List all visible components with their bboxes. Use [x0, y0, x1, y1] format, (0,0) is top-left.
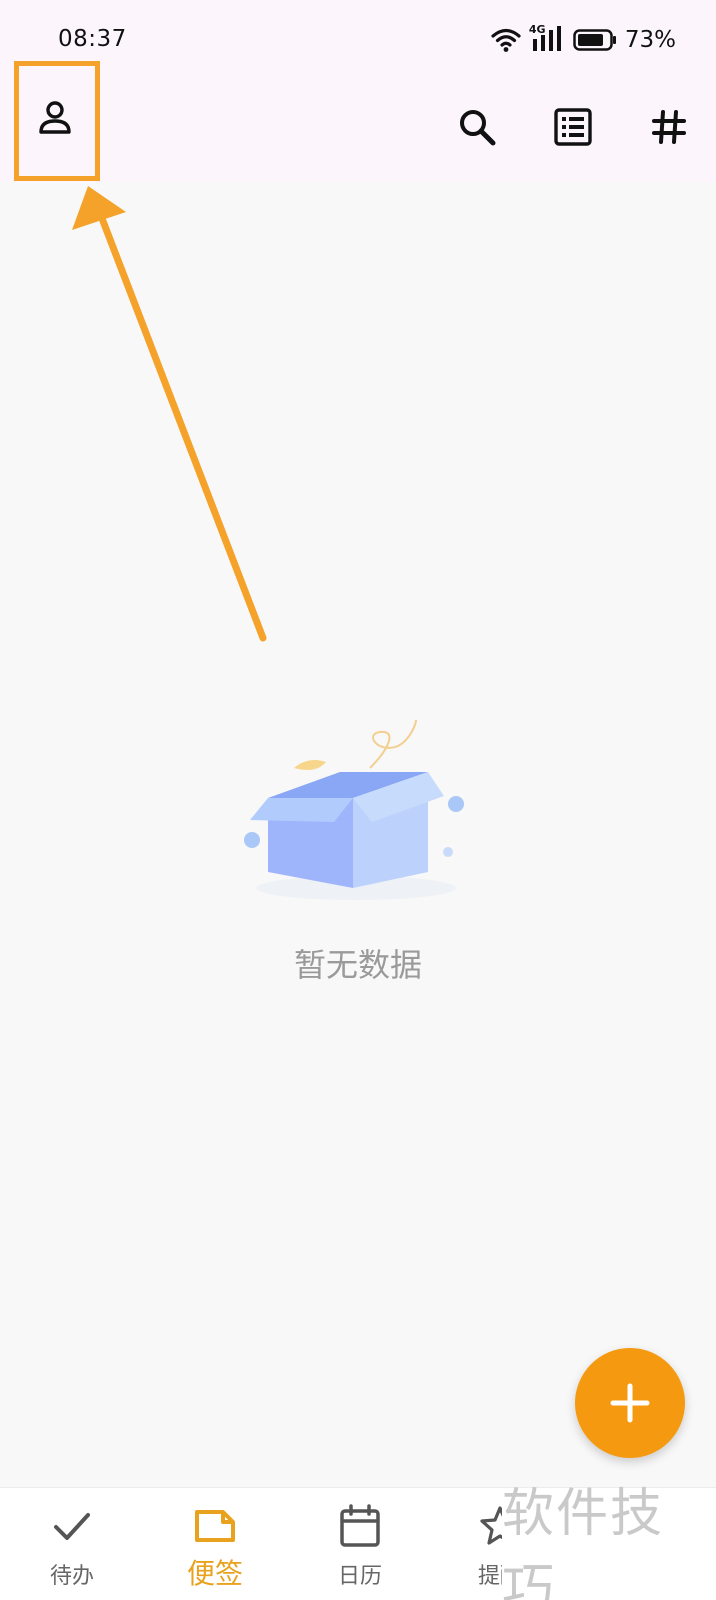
calendar-icon [336, 1502, 384, 1550]
watermark: 软件技巧 [502, 1484, 716, 1600]
status-bar: 08:37 4G 73% [0, 0, 716, 82]
check-icon [48, 1502, 96, 1550]
app-screen: 08:37 4G 73% 暂无数据 待办 便签 日历 提醒 软件技巧 [0, 0, 716, 1600]
empty-state-message: 暂无数据 [293, 946, 422, 984]
note-icon [191, 1502, 239, 1550]
account-button[interactable] [16, 62, 94, 174]
nav-item-todo[interactable]: 待办 [2, 1488, 142, 1600]
search-icon [460, 110, 496, 146]
list-view-button[interactable] [546, 100, 600, 154]
person-icon [39, 101, 71, 134]
wifi-icon [491, 28, 521, 52]
tag-button[interactable] [642, 100, 696, 154]
cellular-indicator: 4G [529, 23, 565, 55]
nav-item-notes[interactable]: 便签 [145, 1488, 285, 1600]
plus-icon [610, 1383, 650, 1423]
top-app-bar [0, 82, 716, 182]
nav-label-notes: 便签 [186, 1557, 243, 1590]
search-button[interactable] [450, 100, 504, 154]
signal-icon [532, 26, 561, 51]
watermark-text: 软件技巧 [502, 1484, 665, 1600]
hashtag-icon [652, 110, 686, 144]
battery-percentage: 73% [624, 27, 676, 53]
empty-box-illustration [244, 719, 464, 900]
add-note-button[interactable] [575, 1348, 685, 1458]
empty-state: 暂无数据 [0, 700, 716, 1000]
list-view-icon [554, 108, 592, 146]
status-time: 08:37 [58, 26, 127, 52]
nav-label-calendar: 日历 [337, 1564, 382, 1589]
nav-item-calendar[interactable]: 日历 [290, 1488, 430, 1600]
battery-icon [573, 29, 616, 51]
nav-label-todo: 待办 [49, 1564, 94, 1589]
status-icons: 4G 73% [491, 23, 676, 56]
